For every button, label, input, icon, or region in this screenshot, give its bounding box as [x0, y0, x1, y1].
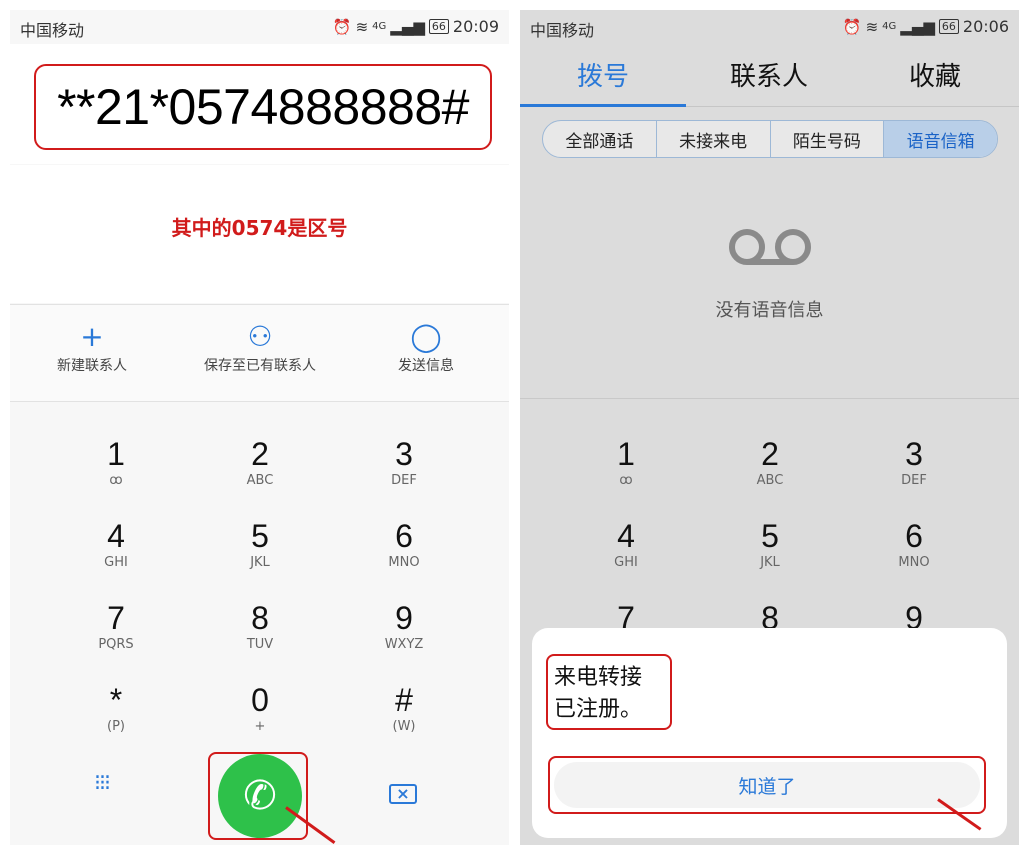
empty-voicemail-text: 没有语音信息	[715, 300, 824, 321]
network-type: 4G	[882, 21, 897, 32]
alarm-icon: ⏰	[332, 17, 352, 36]
key-2[interactable]: 2 ABC	[710, 436, 830, 490]
active-tab-indicator	[520, 104, 686, 107]
network-type: 4G	[372, 21, 387, 32]
message-bubble-icon: ◯	[410, 320, 442, 353]
dialpad-toggle-icon[interactable]: ⁝⁝⁝	[94, 773, 111, 795]
key-9[interactable]: 9 WXYZ	[344, 600, 464, 654]
wifi-icon: ≋	[865, 17, 879, 36]
voicemail-icon: ꝏ	[619, 473, 633, 488]
save-to-contact-button[interactable]: ⚇ 保存至已有联系人	[180, 319, 340, 375]
left-dialer-screen: 中国移动 ⏰ ≋ 4G ▂▄▆ 66 20:09 **21*0574888888…	[10, 10, 509, 845]
ok-button[interactable]: 知道了	[554, 762, 980, 808]
key-3[interactable]: 3 DEF	[854, 436, 974, 490]
signal-icon: ▂▄▆	[390, 17, 425, 36]
dialer-bottom-bar: ⁝⁝⁝ ✆ ×	[10, 750, 509, 845]
key-6[interactable]: 6 MNO	[854, 518, 974, 572]
battery-icon: 66	[938, 19, 959, 34]
key-hash[interactable]: # (W)	[344, 682, 464, 736]
key-0[interactable]: 0 +	[200, 682, 320, 736]
key-6[interactable]: 6 MNO	[344, 518, 464, 572]
tab-contacts[interactable]: 联系人	[686, 56, 852, 93]
main-tabs: 拨号 联系人 收藏	[520, 44, 1019, 108]
annotation-hint: 其中的0574是区号	[171, 216, 348, 240]
wifi-icon: ≋	[355, 17, 369, 36]
send-message-button[interactable]: ◯ 发送信息	[346, 319, 506, 375]
clock: 20:09	[452, 17, 499, 36]
dialed-number[interactable]: **21*0574888888#	[34, 64, 492, 150]
dial-keypad: 1ꝏ 2 ABC 3 DEF 4 GHI 5 JKL 6 MNO 7 8 9	[520, 410, 1019, 650]
key-1[interactable]: 1ꝏ	[566, 436, 686, 490]
number-actions: + 新建联系人 ⚇ 保存至已有联系人 ◯ 发送信息	[10, 304, 509, 402]
right-dialer-screen: 中国移动 ⏰ ≋ 4G ▂▄▆ 66 20:06 拨号 联系人 收藏 全部通话 …	[520, 10, 1019, 845]
battery-icon: 66	[428, 19, 449, 34]
new-contact-button[interactable]: + 新建联系人	[12, 319, 172, 375]
key-8[interactable]: 8 TUV	[200, 600, 320, 654]
clock: 20:06	[962, 17, 1009, 36]
person-icon: ⚇	[247, 320, 273, 353]
call-button[interactable]: ✆	[218, 754, 302, 838]
carrier-label: 中国移动	[20, 21, 85, 40]
status-bar: 中国移动 ⏰ ≋ 4G ▂▄▆ 66 20:09	[10, 10, 509, 44]
filter-all-calls[interactable]: 全部通话	[543, 121, 656, 157]
voicemail-icon	[729, 229, 811, 265]
key-1[interactable]: 1ꝏ	[56, 436, 176, 490]
plus-icon: +	[80, 320, 104, 353]
filter-unknown[interactable]: 陌生号码	[769, 121, 884, 157]
status-bar: 中国移动 ⏰ ≋ 4G ▂▄▆ 66 20:06	[520, 10, 1019, 44]
key-4[interactable]: 4 GHI	[566, 518, 686, 572]
key-3[interactable]: 3 DEF	[344, 436, 464, 490]
call-log-filter: 全部通话 未接来电 陌生号码 语音信箱	[542, 120, 998, 158]
alarm-icon: ⏰	[842, 17, 862, 36]
voicemail-icon: ꝏ	[109, 473, 123, 488]
dial-keypad: 1ꝏ 2 ABC 3 DEF 4 GHI 5 JKL 6 MNO 7 PQRS 8 TUV 9…	[10, 410, 509, 750]
filter-voicemail[interactable]: 语音信箱	[883, 121, 997, 157]
signal-icon: ▂▄▆	[900, 17, 935, 36]
tab-dial[interactable]: 拨号	[520, 56, 686, 93]
filter-missed[interactable]: 未接来电	[655, 121, 770, 157]
phone-icon: ✆	[243, 773, 277, 819]
key-5[interactable]: 5 JKL	[200, 518, 320, 572]
carrier-label: 中国移动	[530, 21, 595, 40]
dialed-number-area: **21*0574888888#	[10, 44, 509, 164]
key-5[interactable]: 5 JKL	[710, 518, 830, 572]
key-star[interactable]: * (P)	[56, 682, 176, 736]
key-2[interactable]: 2 ABC	[200, 436, 320, 490]
backspace-icon[interactable]: ×	[389, 784, 417, 804]
dialog-message: 来电转接 已注册。	[554, 665, 643, 722]
call-forward-dialog: 来电转接 已注册。 知道了	[532, 628, 1007, 838]
key-4[interactable]: 4 GHI	[56, 518, 176, 572]
key-7[interactable]: 7 PQRS	[56, 600, 176, 654]
tab-favorites[interactable]: 收藏	[852, 56, 1018, 93]
